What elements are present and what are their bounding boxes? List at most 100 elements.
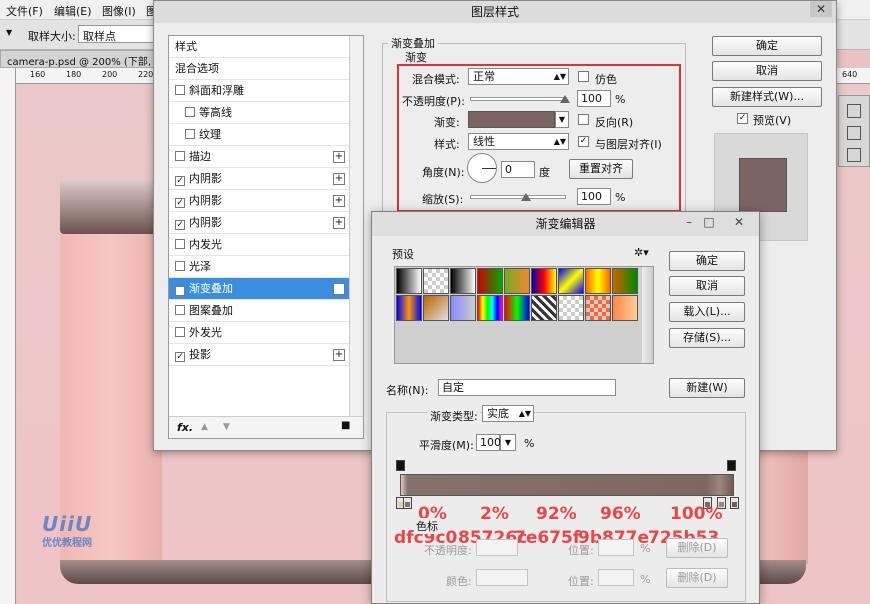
style-checkbox[interactable]: [175, 327, 185, 337]
add-effect-icon[interactable]: +: [333, 195, 345, 207]
style-checkbox[interactable]: [175, 151, 185, 161]
style-checkbox[interactable]: ✓: [175, 352, 185, 362]
scrollbar[interactable]: [349, 36, 363, 416]
delete-color-stop-button[interactable]: 删除(D): [666, 568, 728, 588]
style-list-item[interactable]: 样式: [169, 36, 349, 58]
gradient-preset-swatch[interactable]: [396, 268, 422, 294]
add-effect-icon[interactable]: +: [333, 217, 345, 229]
ok-button[interactable]: 确定: [669, 251, 745, 271]
style-list-item[interactable]: ✓ 投影 +: [169, 344, 349, 366]
tool-preset-icon[interactable]: ▼: [6, 28, 12, 37]
gradient-preset-swatch[interactable]: [450, 268, 476, 294]
gradient-preset-swatch[interactable]: [504, 295, 530, 321]
style-list-item[interactable]: ✓ 内阴影 +: [169, 190, 349, 212]
menu-image[interactable]: 图像(I): [102, 3, 136, 19]
style-list-item[interactable]: 混合选项: [169, 58, 349, 80]
move-down-icon[interactable]: ▼: [223, 422, 230, 432]
load-button[interactable]: 载入(L)...: [669, 302, 745, 322]
color-stop[interactable]: [730, 497, 739, 509]
stop-opacity-input[interactable]: [476, 539, 518, 556]
gradient-preset-swatch[interactable]: [531, 295, 557, 321]
maximize-icon[interactable]: □: [702, 215, 716, 229]
stop-location-input[interactable]: [598, 569, 634, 586]
preview-checkbox[interactable]: ✓: [737, 113, 748, 124]
adjustments-icon[interactable]: [847, 126, 861, 140]
style-checkbox[interactable]: [175, 239, 185, 249]
sample-size-select[interactable]: 取样点: [78, 25, 158, 43]
stop-color-swatch[interactable]: [476, 569, 528, 586]
trash-icon[interactable]: ■: [341, 420, 350, 431]
delete-opacity-stop-button[interactable]: 删除(D): [666, 538, 728, 558]
style-list-item[interactable]: 斜面和浮雕: [169, 80, 349, 102]
gradient-preset-swatch[interactable]: [423, 295, 449, 321]
smoothness-input[interactable]: 100: [476, 434, 501, 451]
style-list-item[interactable]: ✓ 内阴影 +: [169, 168, 349, 190]
gradient-preset-swatch[interactable]: [504, 268, 530, 294]
name-input[interactable]: 自定: [438, 379, 616, 396]
gradient-preset-swatch[interactable]: [396, 295, 422, 321]
gradient-preset-swatch[interactable]: [450, 295, 476, 321]
style-checkbox[interactable]: ✓: [175, 176, 185, 186]
new-style-button[interactable]: 新建样式(W)...: [712, 87, 822, 107]
add-effect-icon[interactable]: +: [333, 173, 345, 185]
opacity-stop-left[interactable]: [396, 460, 405, 471]
stop-location-input[interactable]: [598, 539, 634, 556]
highlight-box: [397, 64, 681, 212]
style-list-item[interactable]: 图案叠加: [169, 300, 349, 322]
style-list-footer: fx. ▲ ▼ ■: [169, 416, 363, 438]
move-up-icon[interactable]: ▲: [201, 422, 208, 432]
style-list-item[interactable]: 纹理: [169, 124, 349, 146]
add-effect-icon[interactable]: +: [333, 349, 345, 361]
menu-edit[interactable]: 编辑(E): [54, 3, 92, 19]
menu-file[interactable]: 文件(F): [6, 3, 43, 19]
style-checkbox[interactable]: ✓: [175, 198, 185, 208]
style-checkbox[interactable]: [185, 129, 195, 139]
stops-section-label: 色标: [414, 518, 440, 534]
gradient-preset-swatch[interactable]: [585, 268, 611, 294]
gradient-preset-swatch[interactable]: [531, 268, 557, 294]
scrollbar[interactable]: [642, 267, 653, 363]
style-checkbox[interactable]: [175, 305, 185, 315]
style-list-item[interactable]: 描边 +: [169, 146, 349, 168]
chevron-down-icon[interactable]: ▼: [500, 434, 516, 451]
style-list-label: 光泽: [189, 260, 211, 273]
gradient-preset-swatch[interactable]: [558, 295, 584, 321]
cancel-button[interactable]: 取消: [712, 61, 822, 81]
minimize-icon[interactable]: –: [682, 215, 696, 229]
document-tab[interactable]: camera-p.psd @ 200% (下部,: [0, 50, 160, 68]
add-effect-icon[interactable]: +: [333, 283, 345, 295]
gradient-bar[interactable]: [400, 474, 734, 496]
style-list-item[interactable]: 外发光: [169, 322, 349, 344]
add-effect-icon[interactable]: +: [333, 151, 345, 163]
color-stop[interactable]: [402, 497, 412, 509]
gear-icon[interactable]: ✲▾: [634, 246, 649, 259]
gradient-preset-swatch[interactable]: [558, 268, 584, 294]
cancel-button[interactable]: 取消: [669, 276, 745, 296]
save-button[interactable]: 存储(S)...: [669, 328, 745, 348]
style-checkbox[interactable]: ✓: [175, 286, 185, 296]
ok-button[interactable]: 确定: [712, 36, 822, 56]
gradient-preset-swatch[interactable]: [612, 295, 638, 321]
style-list-item[interactable]: 光泽: [169, 256, 349, 278]
style-list-item[interactable]: ✓ 渐变叠加 +: [169, 278, 349, 300]
gradient-type-select[interactable]: 实底 ▲▼: [482, 405, 534, 422]
close-icon[interactable]: ✕: [810, 1, 832, 17]
style-checkbox[interactable]: [175, 261, 185, 271]
style-list-item[interactable]: 等高线: [169, 102, 349, 124]
style-list-item[interactable]: 内发光: [169, 234, 349, 256]
rotate-icon[interactable]: [847, 148, 861, 162]
new-button[interactable]: 新建(W): [669, 378, 745, 398]
gradient-preset-swatch[interactable]: [477, 295, 503, 321]
gradient-preset-swatch[interactable]: [585, 295, 611, 321]
gradient-preset-swatch[interactable]: [423, 268, 449, 294]
history-icon[interactable]: [847, 104, 861, 118]
style-checkbox[interactable]: [175, 85, 185, 95]
gradient-preset-swatch[interactable]: [612, 268, 638, 294]
style-checkbox[interactable]: [185, 107, 195, 117]
gradient-preset-swatch[interactable]: [477, 268, 503, 294]
close-icon[interactable]: ✕: [732, 215, 746, 229]
fx-icon[interactable]: fx.: [177, 421, 193, 434]
style-checkbox[interactable]: ✓: [175, 220, 185, 230]
opacity-stop-right[interactable]: [727, 460, 736, 471]
style-list-item[interactable]: ✓ 内阴影 +: [169, 212, 349, 234]
